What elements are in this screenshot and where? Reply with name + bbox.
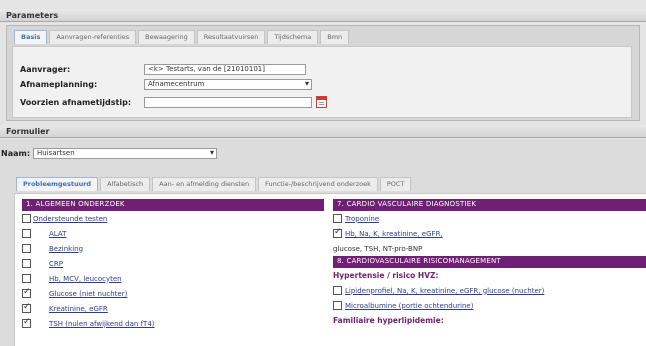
tab-bmn[interactable]: Bmn	[320, 30, 350, 44]
tab-alfabetisch[interactable]: Alfabetisch	[100, 177, 151, 191]
parameters-header: Parameters	[0, 9, 646, 22]
checkbox[interactable]	[22, 214, 31, 223]
list-item[interactable]: Microalbumine (portie ochtendurine)	[333, 298, 646, 313]
checkbox[interactable]	[333, 301, 342, 310]
tab-aan-afmelding[interactable]: Aan- en afmelding diensten	[152, 177, 257, 191]
list-item[interactable]: Bezinking	[22, 241, 324, 256]
list-item-continuation: glucose, TSH, NT-pro-BNP	[333, 244, 423, 253]
section-risicomanagement: 8. CARDIOVASCULAIRE RISICOMANAGEMENT	[333, 256, 646, 268]
list-item[interactable]: Hb, MCV, leucocyten	[22, 271, 324, 286]
section-cardio-diagnostiek: 7. CARDIO VASCULAIRE DIAGNOSTIEK	[333, 199, 646, 211]
left-column: 1. ALGEMEEN ONDERZOEK Ondersteunde teste…	[22, 199, 324, 331]
checkbox[interactable]	[333, 214, 342, 223]
checkbox[interactable]	[22, 287, 31, 298]
tab-bewaagering[interactable]: Bewaagering	[138, 30, 195, 44]
checkbox[interactable]	[22, 244, 31, 253]
naam-row: Naam: Huisartsen	[1, 148, 218, 159]
list-item[interactable]: Lipidenprofiel, Na, K, kreatinine, eGFR,…	[333, 283, 646, 298]
checkbox[interactable]	[333, 227, 342, 238]
list-item[interactable]: Troponine	[333, 211, 646, 226]
tab-functie-onderzoek[interactable]: Functie-/beschrijvend onderzoek	[258, 177, 378, 191]
tab-aanvragen-referenties[interactable]: Aanvragen-referenties	[49, 30, 137, 44]
list-item[interactable]: Glucose (niet nuchter)	[22, 286, 324, 301]
formulier-tabs: Probleemgestuurd Alfabetisch Aan- en afm…	[16, 177, 413, 191]
checkbox[interactable]	[22, 259, 31, 268]
section-algemeen-onderzoek: 1. ALGEMEEN ONDERZOEK	[22, 199, 324, 211]
voorzien-label: Voorzien afnametijdstip:	[20, 97, 132, 107]
voorzien-row: Voorzien afnametijdstip:	[20, 96, 327, 108]
parameters-tabs: Basis Aanvragen-referenties Bewaagering …	[14, 30, 351, 44]
aanvrager-label: Aanvrager:	[20, 65, 71, 74]
calendar-icon[interactable]	[316, 96, 327, 108]
afnameplanning-row: Afnameplanning: Afnamecentrum	[20, 79, 312, 90]
naam-select[interactable]: Huisartsen	[33, 148, 218, 159]
voorzien-input[interactable]	[144, 96, 312, 108]
list-item[interactable]: CRP	[22, 256, 324, 271]
aanvrager-row: Aanvrager: <k> Testarts, van de [2101010…	[20, 64, 306, 75]
checkbox[interactable]	[22, 274, 31, 283]
checkbox[interactable]	[22, 317, 31, 328]
right-column: 7. CARDIO VASCULAIRE DIAGNOSTIEK Troponi…	[333, 199, 646, 328]
checkbox[interactable]	[22, 229, 31, 238]
tab-poct[interactable]: POCT	[379, 177, 412, 191]
aanvrager-input[interactable]: <k> Testarts, van de [21010101]	[144, 64, 306, 75]
list-item[interactable]: Ondersteunde testen	[22, 211, 324, 226]
naam-label: Naam:	[1, 149, 31, 158]
subheading-familiaire-hyperlipidemie: Familiaire hyperlipidemie:	[333, 316, 444, 325]
tab-resultaatvuirsen[interactable]: Resultaatvuirsen	[196, 30, 266, 44]
formulier-header: Formulier	[0, 125, 646, 138]
list-item[interactable]: Hb, Na, K, kreatinine, eGFR,	[333, 226, 646, 241]
afnameplanning-label: Afnameplanning:	[20, 80, 98, 89]
checkbox[interactable]	[333, 286, 342, 295]
tab-probleemgestuurd[interactable]: Probleemgestuurd	[16, 177, 99, 191]
list-item[interactable]: TSH (nulen afwijkend dan fT4)	[22, 316, 324, 331]
tab-tijdschema[interactable]: Tijdschema	[267, 30, 319, 44]
list-item[interactable]: Kreatinine, eGFR	[22, 301, 324, 316]
list-item[interactable]: ALAT	[22, 226, 324, 241]
checkbox[interactable]	[22, 302, 31, 313]
subheading-hypertensie: Hypertensie / risico HVZ:	[333, 271, 439, 280]
tab-basis[interactable]: Basis	[14, 30, 48, 44]
afnameplanning-select[interactable]: Afnamecentrum	[144, 79, 312, 90]
